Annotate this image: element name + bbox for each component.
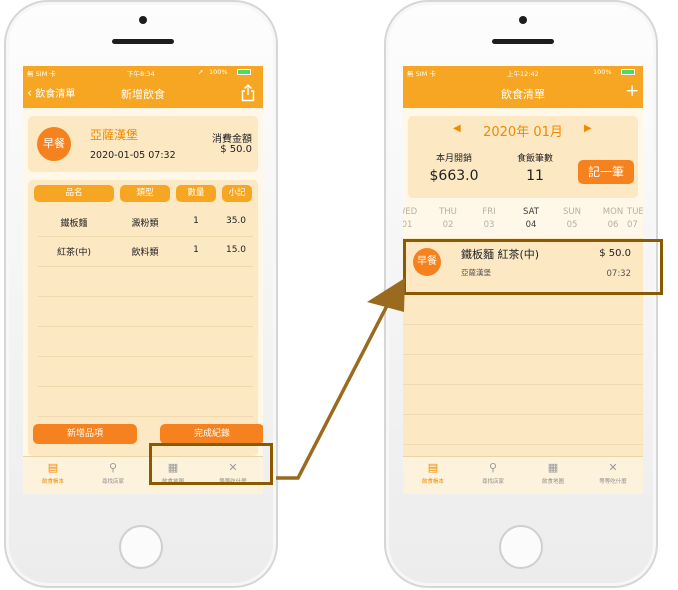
arrow-head [367, 278, 405, 312]
flow-arrow [276, 278, 405, 480]
